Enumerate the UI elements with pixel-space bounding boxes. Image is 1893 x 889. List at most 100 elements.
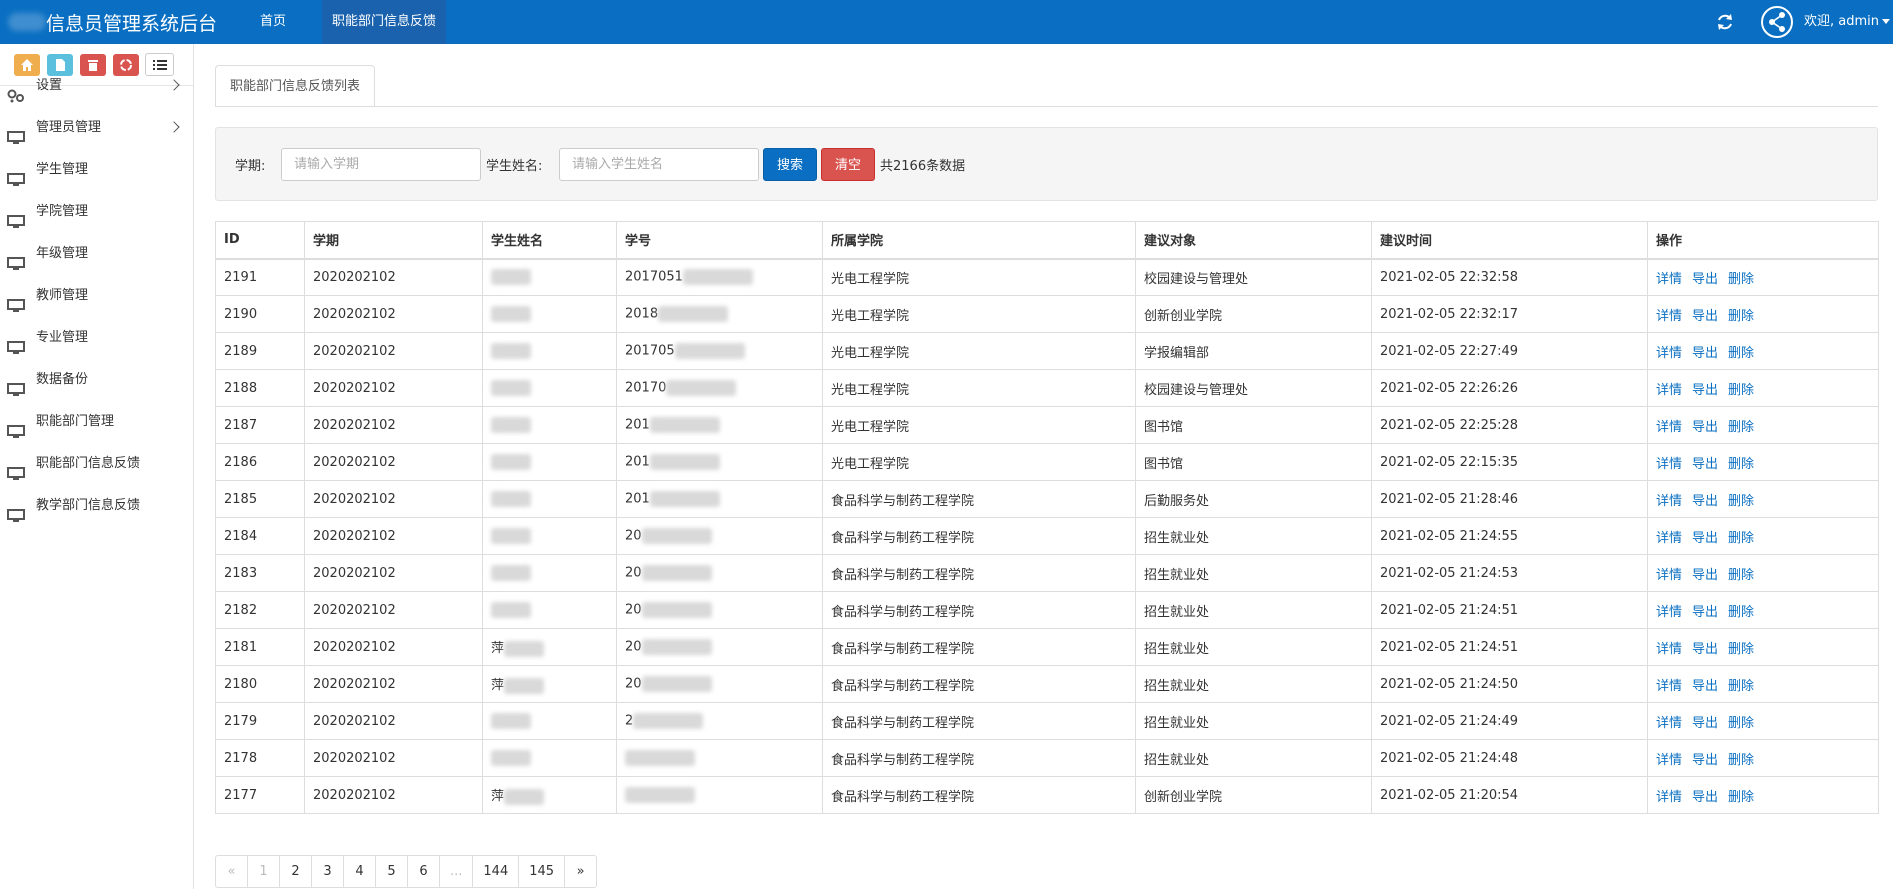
detail-link[interactable]: 详情 (1656, 642, 1682, 657)
export-link[interactable]: 导出 (1692, 420, 1718, 435)
export-link[interactable]: 导出 (1692, 716, 1718, 731)
nav-feedback[interactable]: 职能部门信息反馈 (322, 0, 447, 44)
page-next-button[interactable]: » (564, 855, 598, 888)
delete-link[interactable]: 删除 (1728, 531, 1754, 546)
cell-student-name: 萍 (482, 665, 617, 703)
column-header-term[interactable]: 学期 (304, 221, 483, 260)
delete-link[interactable]: 删除 (1728, 383, 1754, 398)
delete-link[interactable]: 删除 (1728, 309, 1754, 324)
cell-target: 学报编辑部 (1135, 332, 1372, 370)
redaction-blur (491, 713, 531, 729)
delete-link[interactable]: 删除 (1728, 790, 1754, 805)
refresh-icon[interactable] (1714, 12, 1736, 32)
user-menu[interactable]: 欢迎, admin (1804, 0, 1890, 44)
column-header-student-name[interactable]: 学生姓名 (482, 221, 617, 260)
page-button[interactable]: 3 (311, 855, 344, 888)
student-name-input[interactable] (559, 148, 759, 181)
export-link[interactable]: 导出 (1692, 531, 1718, 546)
export-link[interactable]: 导出 (1692, 753, 1718, 768)
delete-link[interactable]: 删除 (1728, 420, 1754, 435)
delete-link[interactable]: 删除 (1728, 457, 1754, 472)
export-link[interactable]: 导出 (1692, 642, 1718, 657)
export-link[interactable]: 导出 (1692, 679, 1718, 694)
page-button[interactable]: 145 (518, 855, 566, 888)
cell-target: 校园建设与管理处 (1135, 369, 1372, 407)
sidebar-item[interactable]: 学生管理 (0, 149, 194, 191)
redaction-blur (649, 417, 720, 433)
detail-link[interactable]: 详情 (1656, 790, 1682, 805)
detail-link[interactable]: 详情 (1656, 346, 1682, 361)
cell-student-name (482, 517, 617, 555)
chevron-right-icon (168, 79, 180, 91)
page-button[interactable]: 4 (343, 855, 376, 888)
table-row: 2186 2020202102 201 光电工程学院 图书馆 2021-02-05 22:… (215, 443, 1879, 481)
page-button[interactable]: 1 (247, 855, 280, 888)
export-link[interactable]: 导出 (1692, 309, 1718, 324)
detail-link[interactable]: 详情 (1656, 420, 1682, 435)
export-link[interactable]: 导出 (1692, 346, 1718, 361)
sidebar-item[interactable]: 专业管理 (0, 317, 194, 359)
column-header-id[interactable]: ID (215, 221, 305, 260)
avatar[interactable] (1761, 6, 1793, 38)
detail-link[interactable]: 详情 (1656, 272, 1682, 287)
nav-home[interactable]: 首页 (250, 0, 296, 44)
delete-link[interactable]: 删除 (1728, 568, 1754, 583)
delete-link[interactable]: 删除 (1728, 346, 1754, 361)
app-title[interactable]: 信息员管理系统后台 (46, 9, 217, 36)
page-prev-button[interactable]: « (215, 855, 248, 888)
column-header-time[interactable]: 建议时间 (1371, 221, 1648, 260)
search-button[interactable]: 搜索 (763, 148, 817, 181)
delete-link[interactable]: 删除 (1728, 494, 1754, 509)
export-link[interactable]: 导出 (1692, 494, 1718, 509)
cell-student-id-text: 2 (625, 713, 634, 729)
delete-link[interactable]: 删除 (1728, 642, 1754, 657)
delete-link[interactable]: 删除 (1728, 679, 1754, 694)
term-input[interactable] (281, 148, 481, 181)
detail-link[interactable]: 详情 (1656, 531, 1682, 546)
detail-link[interactable]: 详情 (1656, 605, 1682, 620)
detail-link[interactable]: 详情 (1656, 383, 1682, 398)
detail-link[interactable]: 详情 (1656, 753, 1682, 768)
delete-link[interactable]: 删除 (1728, 716, 1754, 731)
delete-link[interactable]: 删除 (1728, 753, 1754, 768)
export-link[interactable]: 导出 (1692, 568, 1718, 583)
page-button[interactable]: 6 (407, 855, 440, 888)
export-link[interactable]: 导出 (1692, 272, 1718, 287)
export-link[interactable]: 导出 (1692, 457, 1718, 472)
export-link[interactable]: 导出 (1692, 790, 1718, 805)
sidebar-item[interactable]: 职能部门管理 (0, 401, 194, 443)
export-link[interactable]: 导出 (1692, 383, 1718, 398)
page-button[interactable]: 5 (375, 855, 408, 888)
sidebar-item[interactable]: 年级管理 (0, 233, 194, 275)
detail-link[interactable]: 详情 (1656, 494, 1682, 509)
cell-student-id: 2017051 (616, 258, 823, 296)
detail-link[interactable]: 详情 (1656, 568, 1682, 583)
delete-link[interactable]: 删除 (1728, 605, 1754, 620)
page-button[interactable]: 2 (279, 855, 312, 888)
sidebar-item[interactable]: 管理员管理 (0, 107, 194, 149)
column-header-student-id[interactable]: 学号 (616, 221, 823, 260)
redaction-blur (682, 269, 753, 286)
sidebar-item[interactable]: 学院管理 (0, 191, 194, 233)
cell-actions: 详情 导出 删除 (1647, 628, 1879, 666)
redaction-blur (491, 380, 531, 396)
detail-link[interactable]: 详情 (1656, 716, 1682, 731)
page-button[interactable]: 144 (472, 855, 520, 888)
sidebar-item[interactable]: 教师管理 (0, 275, 194, 317)
sidebar-item[interactable]: 职能部门信息反馈 (0, 443, 194, 485)
clear-button[interactable]: 清空 (821, 148, 875, 181)
detail-link[interactable]: 详情 (1656, 309, 1682, 324)
cell-student-name-text: 萍 (491, 678, 505, 694)
export-link[interactable]: 导出 (1692, 605, 1718, 620)
detail-link[interactable]: 详情 (1656, 457, 1682, 472)
cell-student-id: 20170 (616, 369, 823, 407)
sidebar-item[interactable]: 数据备份 (0, 359, 194, 401)
column-header-target[interactable]: 建议对象 (1135, 221, 1372, 260)
cell-time: 2021-02-05 21:24:51 (1371, 628, 1648, 666)
sidebar-item[interactable]: 设置 (0, 65, 194, 107)
sidebar-item[interactable]: 教学部门信息反馈 (0, 485, 194, 527)
column-header-college[interactable]: 所属学院 (822, 221, 1136, 260)
tab-feedback-list[interactable]: 职能部门信息反馈列表 (215, 65, 376, 107)
detail-link[interactable]: 详情 (1656, 679, 1682, 694)
delete-link[interactable]: 删除 (1728, 272, 1754, 287)
